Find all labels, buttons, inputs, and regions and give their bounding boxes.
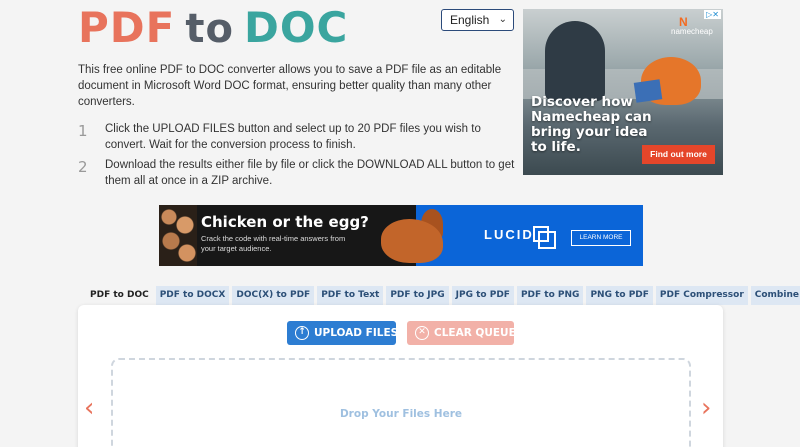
step-number: 2 [78, 158, 88, 176]
logo-pdf-text: PDF [78, 3, 176, 52]
namecheap-logo-icon: N [679, 15, 688, 29]
step-text: Download the results either file by file… [105, 159, 515, 187]
language-select[interactable]: English ⌄ [441, 9, 514, 31]
step-item: 1 Click the UPLOAD FILES button and sele… [78, 121, 518, 153]
logo-doc-text: DOC [243, 3, 349, 52]
ad-person-image [545, 21, 605, 101]
banner-subtext: Crack the code with real-time answers fr… [201, 234, 346, 253]
banner-headline: Chicken or the egg? [201, 213, 369, 231]
tab-png-to-pdf[interactable]: PNG to PDF [586, 286, 653, 305]
drop-zone-label: Drop Your Files Here [339, 408, 463, 420]
ad-cta-button[interactable]: Find out more [642, 145, 715, 164]
page: PDF to DOC English ⌄ This free online PDF … [0, 0, 800, 447]
chevron-left-icon[interactable]: ‹ [84, 395, 94, 421]
upload-files-button[interactable]: ↑ UPLOAD FILES [287, 321, 399, 345]
banner-hen-image [381, 219, 443, 263]
file-drop-zone[interactable]: Drop Your Files Here [111, 358, 691, 447]
tab-pdf-to-docx[interactable]: PDF to DOCX [155, 286, 230, 305]
adchoices-icon[interactable]: ▷✕ [704, 10, 721, 19]
upload-arrow-icon: ↑ [295, 326, 309, 340]
tab-doc-to-pdf[interactable]: DOC(X) to PDF [232, 286, 315, 305]
close-icon: ✕ [415, 326, 429, 340]
banner-ad[interactable]: Chicken or the egg? Crack the code with … [159, 205, 643, 266]
converter-tabs: PDF to DOC PDF to DOCX DOC(X) to PDF PDF… [86, 286, 800, 305]
step-text: Click the UPLOAD FILES button and select… [105, 123, 481, 151]
steps-list: 1 Click the UPLOAD FILES button and sele… [78, 121, 518, 193]
side-ad[interactable]: N namecheap Discover how Namecheap can b… [523, 9, 723, 175]
banner-eggs-image [159, 205, 197, 266]
tab-pdf-compressor[interactable]: PDF Compressor [655, 286, 748, 305]
step-number: 1 [78, 122, 88, 140]
clear-queue-label: CLEAR QUEUE [434, 327, 516, 339]
tab-pdf-to-jpg[interactable]: PDF to JPG [386, 286, 449, 305]
logo-to-text: to [185, 6, 234, 52]
site-logo[interactable]: PDF to DOC [78, 3, 349, 52]
tab-combine-pdf[interactable]: Combine PDF [750, 286, 800, 305]
ad-brand: namecheap [671, 27, 713, 36]
intro-text: This free online PDF to DOC converter al… [78, 64, 502, 108]
tab-pdf-to-doc[interactable]: PDF to DOC [86, 286, 153, 305]
converter-panel: ↑ UPLOAD FILES ✕ CLEAR QUEUE ‹ Drop Your… [78, 305, 723, 447]
banner-cta-button[interactable]: LEARN MORE [571, 230, 631, 246]
step-item: 2 Download the results either file by fi… [78, 157, 518, 189]
lucid-logo-icon [533, 226, 556, 249]
clear-queue-button[interactable]: ✕ CLEAR QUEUE [407, 321, 516, 345]
language-selected: English [450, 13, 490, 27]
banner-brand: LUCID [484, 227, 534, 242]
chevron-down-icon: ⌄ [498, 14, 507, 25]
tab-pdf-to-text[interactable]: PDF to Text [317, 286, 384, 305]
tab-pdf-to-png[interactable]: PDF to PNG [516, 286, 584, 305]
chevron-right-icon[interactable]: › [701, 395, 711, 421]
tab-jpg-to-pdf[interactable]: JPG to PDF [451, 286, 514, 305]
upload-files-label: UPLOAD FILES [314, 327, 399, 339]
